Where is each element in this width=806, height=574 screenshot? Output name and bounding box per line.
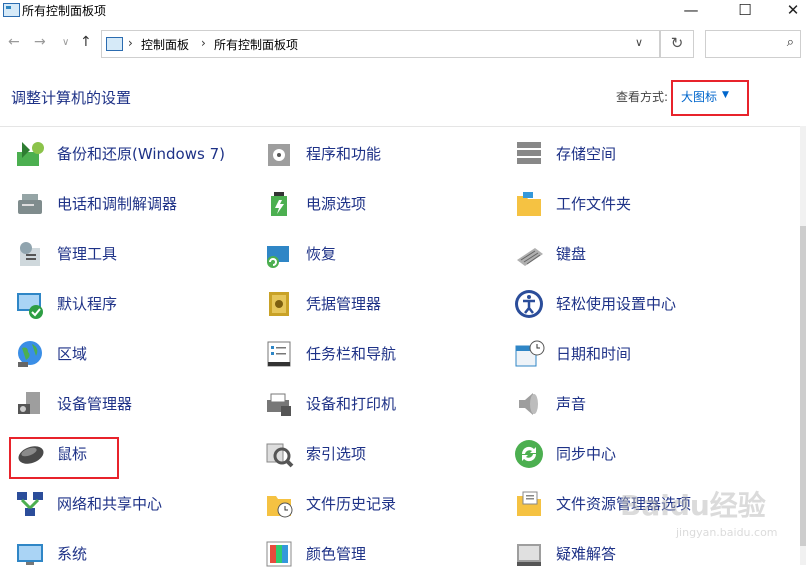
breadcrumb-control-panel[interactable]: 控制面板	[141, 36, 189, 53]
window-title: 所有控制面板项	[22, 4, 107, 18]
control-panel-icon	[106, 37, 123, 51]
item-label[interactable]: 程序和功能	[306, 143, 381, 164]
breadcrumb-separator[interactable]: ›	[128, 36, 133, 50]
item-label[interactable]: 系统	[57, 543, 87, 564]
admin-tools-icon	[14, 238, 46, 270]
divider	[0, 126, 800, 127]
sync-icon	[513, 438, 545, 470]
sound-icon	[513, 388, 545, 420]
item-label[interactable]: 声音	[556, 393, 586, 414]
scrollbar[interactable]	[800, 126, 806, 565]
breadcrumb-all-items[interactable]: 所有控制面板项	[214, 36, 298, 53]
troubleshoot-icon	[513, 538, 545, 570]
address-bar[interactable]: › 控制面板 › 所有控制面板项 ∨	[101, 30, 660, 58]
item-label[interactable]: 管理工具	[57, 243, 117, 264]
item-label[interactable]: 疑难解答	[556, 543, 616, 564]
item-label[interactable]: 备份和还原(Windows 7)	[57, 143, 225, 164]
item-label[interactable]: 默认程序	[57, 293, 117, 314]
search-input[interactable]: ⌕	[705, 30, 801, 58]
back-button[interactable]: ←	[8, 34, 20, 50]
item-label[interactable]: 设备管理器	[57, 393, 132, 414]
default-programs-icon	[14, 288, 46, 320]
view-by-label: 查看方式:	[616, 90, 669, 104]
item-label[interactable]: 设备和打印机	[306, 393, 396, 414]
minimize-button[interactable]: —	[668, 0, 714, 22]
recovery-icon	[263, 238, 295, 270]
keyboard-icon	[513, 238, 545, 270]
recent-locations-button[interactable]: ∨	[62, 37, 69, 48]
title-bar: 所有控制面板项 — ☐ ✕	[0, 0, 806, 22]
programs-icon	[263, 138, 295, 170]
control-panel-icon	[3, 3, 20, 17]
backup-restore-icon	[14, 138, 46, 170]
item-label[interactable]: 凭据管理器	[306, 293, 381, 314]
forward-button[interactable]: →	[34, 34, 46, 50]
indexing-icon	[263, 438, 295, 470]
item-label[interactable]: 任务栏和导航	[306, 343, 396, 364]
color-management-icon	[263, 538, 295, 570]
item-label[interactable]: 网络和共享中心	[57, 493, 162, 514]
refresh-button[interactable]: ↻	[660, 30, 694, 58]
item-label[interactable]: 电源选项	[306, 193, 366, 214]
item-label[interactable]: 工作文件夹	[556, 193, 631, 214]
highlight-box-mouse	[9, 437, 119, 479]
device-manager-icon	[14, 388, 46, 420]
item-label[interactable]: 文件历史记录	[306, 493, 396, 514]
item-label[interactable]: 电话和调制解调器	[57, 193, 177, 214]
explorer-options-icon	[513, 488, 545, 520]
item-label[interactable]: 恢复	[306, 243, 336, 264]
file-history-icon	[263, 488, 295, 520]
item-label[interactable]: 颜色管理	[306, 543, 366, 564]
item-label[interactable]: 区域	[57, 343, 87, 364]
region-icon	[14, 338, 46, 370]
item-label[interactable]: 存储空间	[556, 143, 616, 164]
item-label[interactable]: 轻松使用设置中心	[556, 293, 676, 314]
highlight-box-view	[671, 80, 749, 116]
taskbar-icon	[263, 338, 295, 370]
up-button[interactable]: ↑	[80, 34, 92, 50]
breadcrumb-separator[interactable]: ›	[201, 36, 206, 50]
address-row: ← → ∨ ↑ › 控制面板 › 所有控制面板项 ∨ ↻ ⌕	[0, 27, 806, 59]
devices-printers-icon	[263, 388, 295, 420]
item-label[interactable]: 键盘	[556, 243, 586, 264]
power-icon	[263, 188, 295, 220]
credential-icon	[263, 288, 295, 320]
storage-icon	[513, 138, 545, 170]
work-folder-icon	[513, 188, 545, 220]
watermark-url: jingyan.baidu.com	[676, 526, 778, 539]
page-title: 调整计算机的设置	[11, 89, 132, 107]
datetime-icon	[513, 338, 545, 370]
network-icon	[14, 488, 46, 520]
chevron-down-icon[interactable]: ∨	[635, 36, 643, 49]
system-icon	[14, 538, 46, 570]
phone-modem-icon	[14, 188, 46, 220]
close-button[interactable]: ✕	[770, 0, 806, 22]
item-label[interactable]: 日期和时间	[556, 343, 631, 364]
maximize-button[interactable]: ☐	[722, 0, 768, 22]
item-label[interactable]: 同步中心	[556, 443, 616, 464]
ease-of-access-icon	[513, 288, 545, 320]
search-icon: ⌕	[786, 35, 794, 50]
scrollbar-thumb[interactable]	[800, 226, 806, 546]
item-label[interactable]: 索引选项	[306, 443, 366, 464]
watermark-logo: Baidu经验	[620, 489, 766, 522]
